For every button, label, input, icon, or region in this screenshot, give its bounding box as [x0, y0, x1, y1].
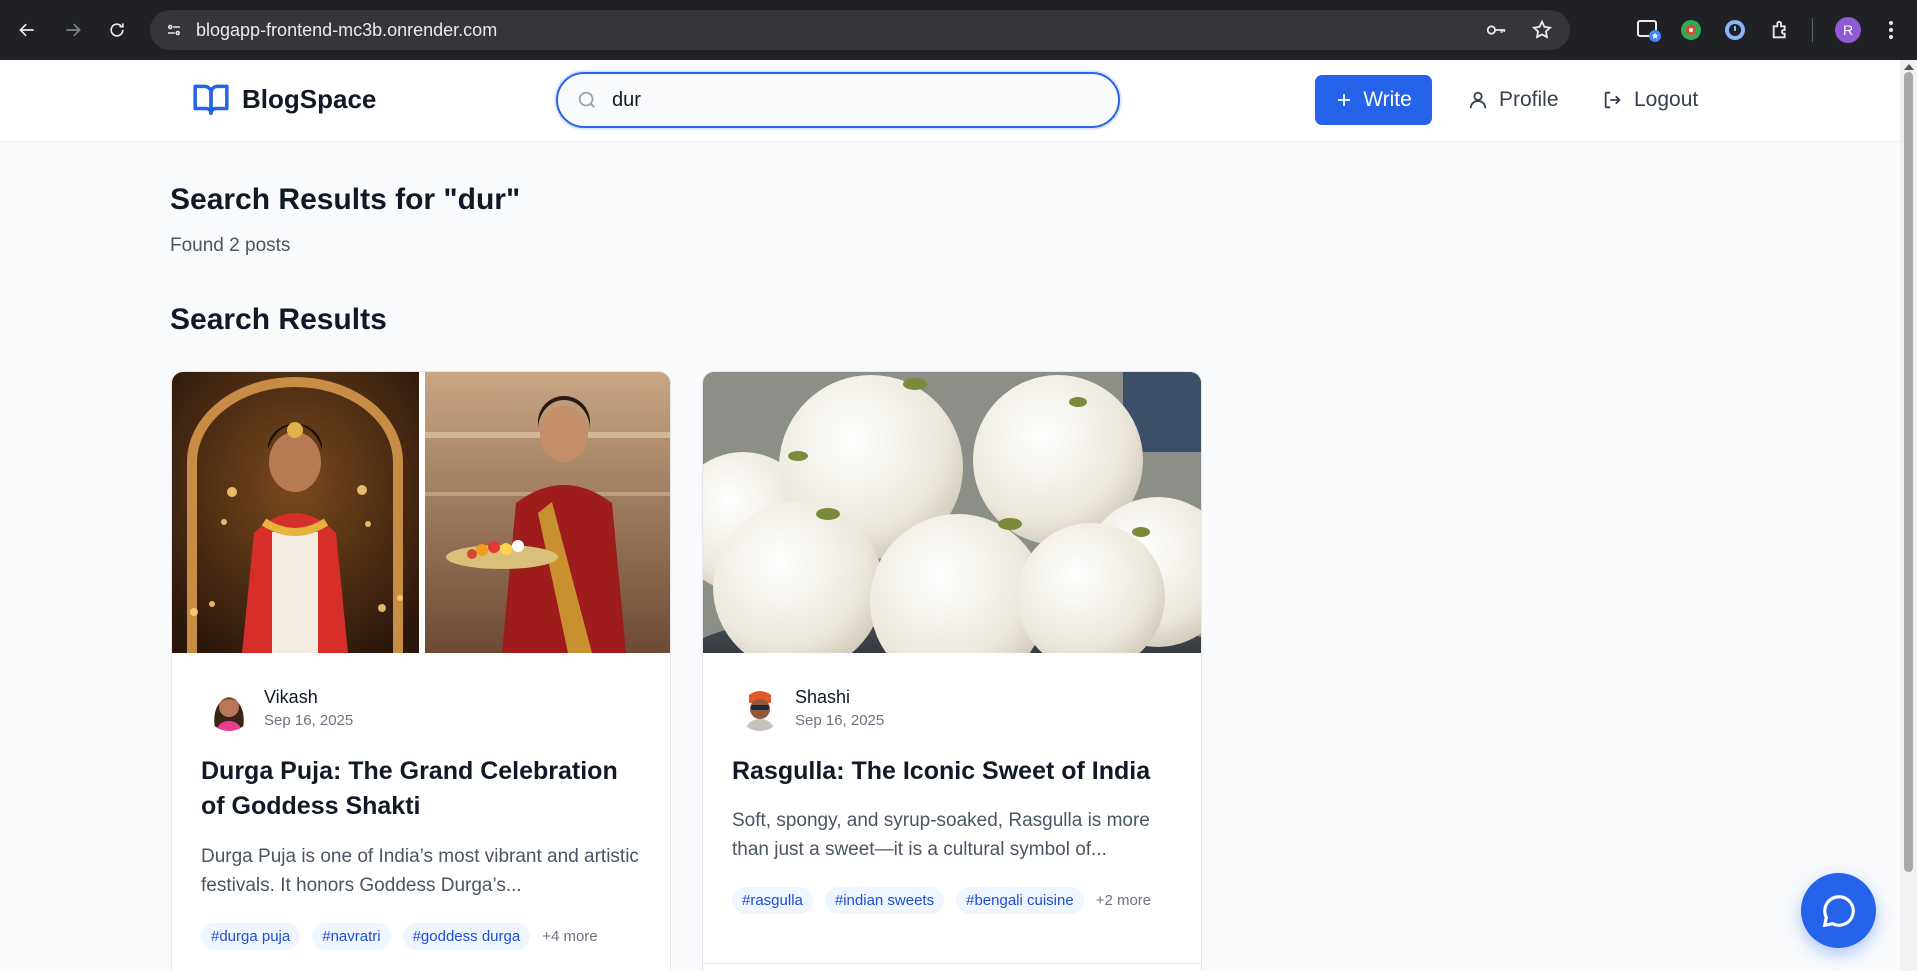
- post-date: Sep 16, 2025: [795, 712, 885, 729]
- toolbar-separator: [1812, 18, 1813, 42]
- scrollbar-thumb[interactable]: [1904, 72, 1913, 872]
- scroll-up-arrow[interactable]: [1904, 64, 1914, 70]
- plus-icon: [1338, 94, 1351, 106]
- browser-profile-avatar[interactable]: R: [1835, 17, 1861, 43]
- tag-chip[interactable]: #durga puja: [201, 923, 301, 950]
- profile-label: Profile: [1499, 88, 1559, 111]
- browser-toolbar: blogapp-frontend-mc3b.onrender.com R: [0, 0, 1917, 60]
- post-author[interactable]: Shashi Sep 16, 2025: [737, 685, 884, 731]
- post-card[interactable]: Shashi Sep 16, 2025 Rasgulla: The Iconic…: [702, 371, 1202, 971]
- tag-chip[interactable]: #goddess durga: [402, 923, 531, 950]
- back-icon[interactable]: [10, 13, 44, 47]
- search-input[interactable]: [612, 88, 1092, 112]
- app-header: BlogSpace Write Profile Logout: [0, 60, 1900, 142]
- logout-link[interactable]: Logout: [1602, 75, 1698, 125]
- tag-list: #durga puja #navratri #goddess durga +4 …: [201, 923, 598, 950]
- author-name[interactable]: Vikash: [264, 687, 353, 708]
- book-open-icon: [192, 80, 230, 118]
- page-title: Search Results for "dur": [170, 183, 521, 216]
- post-excerpt: Durga Puja is one of India’s most vibran…: [201, 846, 639, 896]
- chat-bubble-icon: [1822, 894, 1855, 927]
- avatar: [206, 685, 252, 731]
- post-cover-image[interactable]: [172, 372, 670, 653]
- address-bar[interactable]: blogapp-frontend-mc3b.onrender.com: [150, 10, 1570, 50]
- extensions-puzzle-icon[interactable]: [1765, 14, 1797, 46]
- chat-button[interactable]: [1801, 873, 1876, 948]
- search-icon: [576, 89, 598, 111]
- post-card[interactable]: Vikash Sep 16, 2025 Durga Puja: The Gran…: [171, 371, 671, 971]
- logout-icon: [1604, 91, 1621, 109]
- write-button[interactable]: Write: [1315, 75, 1432, 125]
- post-title[interactable]: Durga Puja: The Grand Celebration of God…: [201, 754, 641, 824]
- browser-menu-icon[interactable]: [1875, 14, 1907, 46]
- author-name[interactable]: Shashi: [795, 687, 884, 708]
- timer-extension-icon[interactable]: [1719, 14, 1751, 46]
- page-scrollbar[interactable]: [1900, 60, 1917, 971]
- tag-chip[interactable]: #indian sweets: [824, 887, 945, 914]
- section-heading: Search Results: [170, 303, 387, 336]
- write-label: Write: [1363, 88, 1412, 111]
- brand-name: BlogSpace: [242, 83, 377, 114]
- logout-label: Logout: [1634, 88, 1699, 111]
- tag-chip[interactable]: #navratri: [312, 923, 391, 950]
- search-box[interactable]: [556, 72, 1120, 128]
- tag-chip[interactable]: #bengali cuisine: [956, 887, 1084, 914]
- profile-link[interactable]: Profile: [1467, 75, 1559, 125]
- avatar: [737, 685, 783, 731]
- post-title[interactable]: Rasgulla: The Iconic Sweet of India: [732, 754, 1172, 789]
- post-date: Sep 16, 2025: [264, 712, 354, 729]
- card-divider: [703, 963, 1201, 964]
- password-key-icon[interactable]: [1482, 16, 1510, 44]
- user-icon: [1469, 91, 1487, 109]
- reload-icon[interactable]: [100, 13, 134, 47]
- bookmark-star-icon[interactable]: [1528, 16, 1556, 44]
- post-author[interactable]: Vikash Sep 16, 2025: [206, 685, 353, 731]
- more-tags-count: +4 more: [542, 928, 598, 945]
- extension-icon[interactable]: [1675, 14, 1707, 46]
- post-cover-image[interactable]: [703, 372, 1201, 653]
- more-tags-count: +2 more: [1095, 892, 1152, 909]
- tag-list: #rasgulla #indian sweets #bengali cuisin…: [732, 887, 1151, 914]
- forward-icon[interactable]: [56, 13, 90, 47]
- tag-chip[interactable]: #rasgulla: [732, 887, 813, 914]
- site-info-icon[interactable]: [160, 16, 188, 44]
- tab-search-extension-icon[interactable]: [1633, 14, 1665, 46]
- results-count: Found 2 posts: [170, 235, 291, 256]
- post-excerpt: Soft, spongy, and syrup-soaked, Rasgulla…: [732, 810, 1150, 860]
- brand-link[interactable]: BlogSpace: [192, 80, 376, 118]
- url-text[interactable]: blogapp-frontend-mc3b.onrender.com: [196, 20, 497, 41]
